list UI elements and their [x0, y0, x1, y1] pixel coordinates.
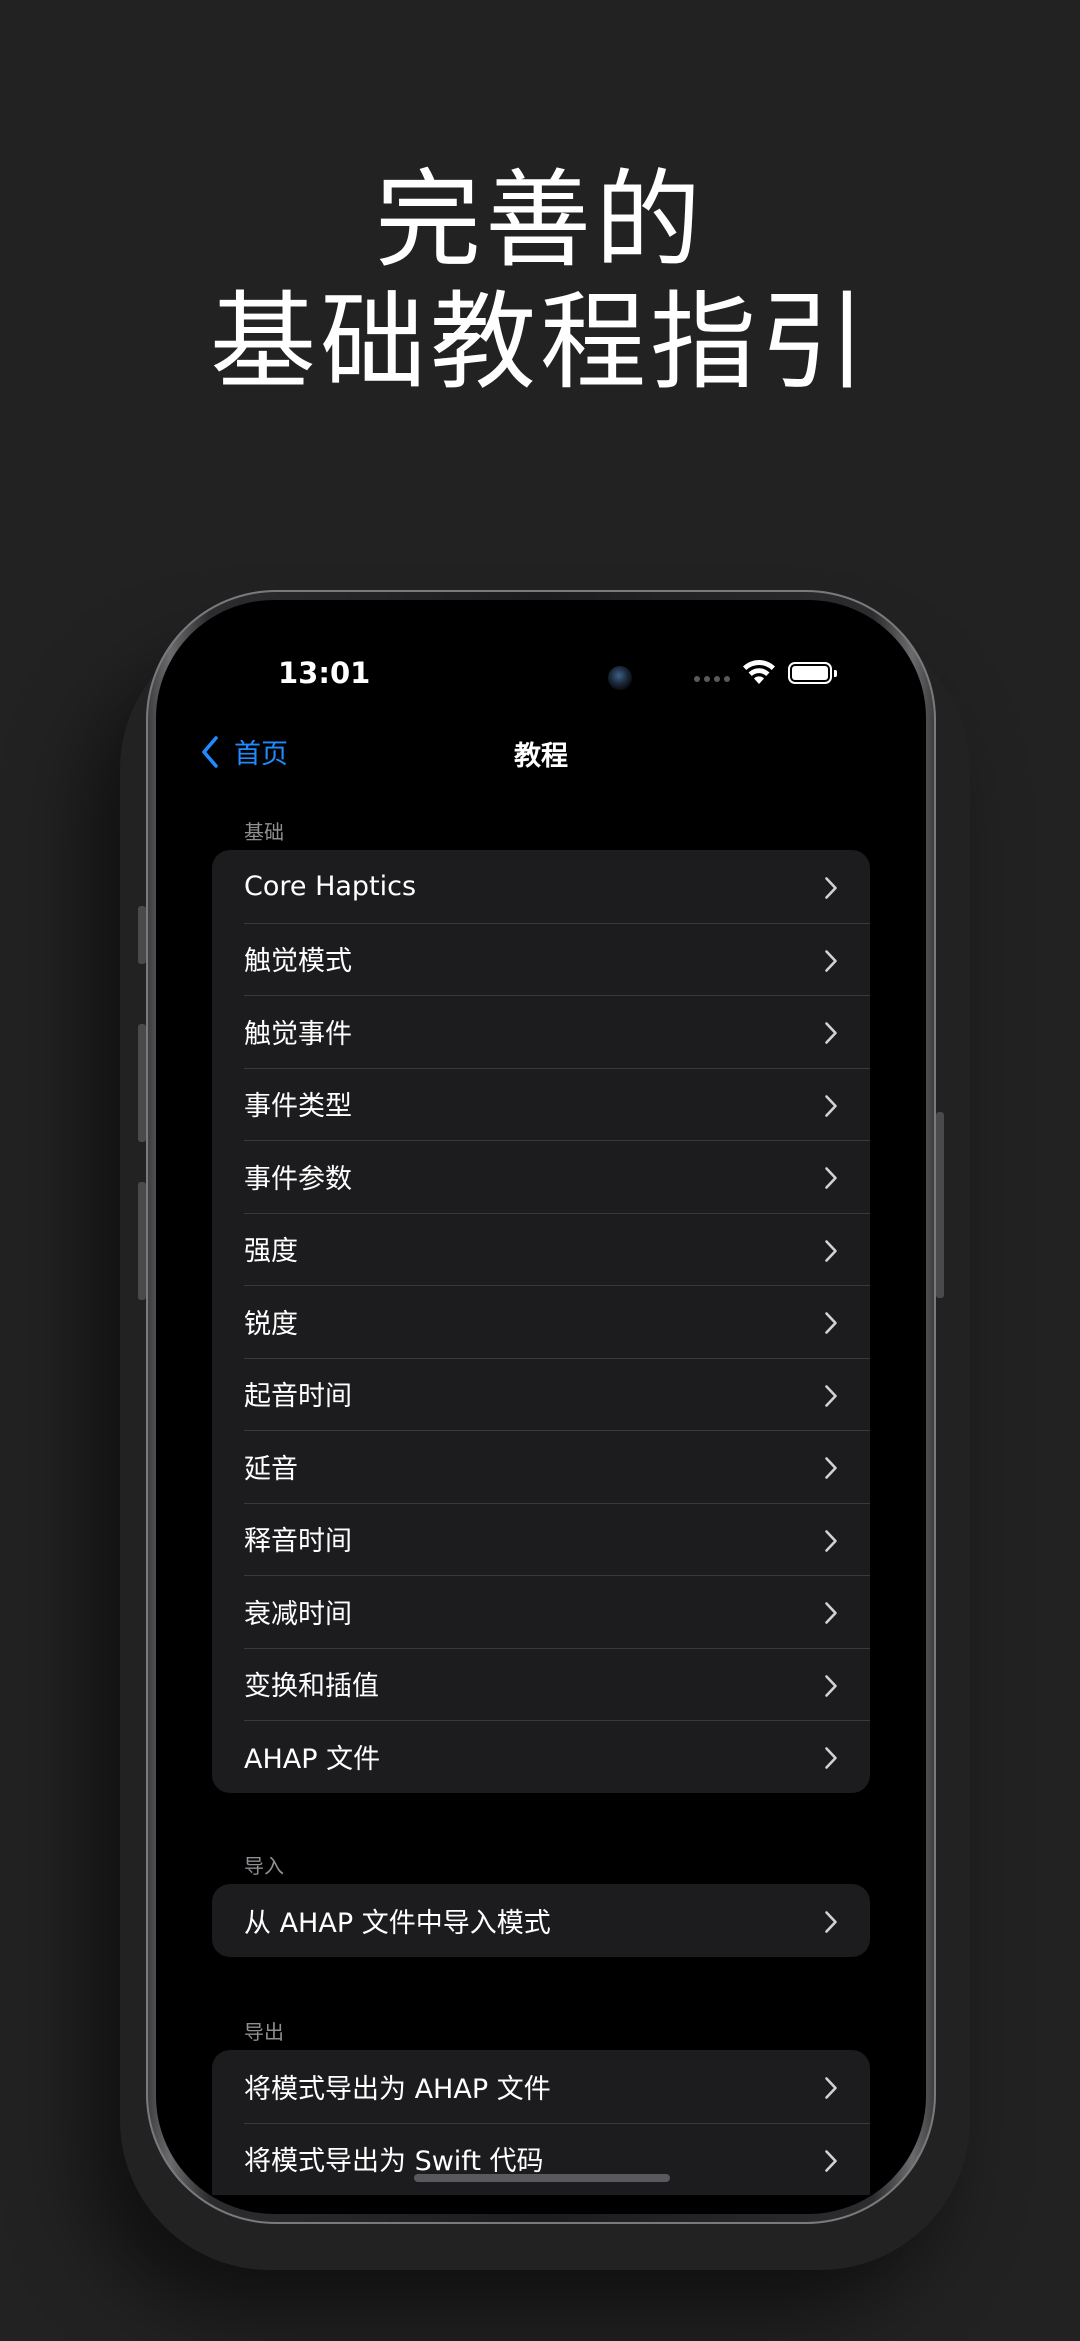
list-item[interactable]: 事件类型	[212, 1067, 870, 1141]
headline-line-1: 完善的	[375, 159, 705, 282]
chevron-right-icon	[825, 2149, 837, 2172]
status-bar: 13:01	[156, 656, 926, 704]
list-item[interactable]: Core Haptics	[212, 850, 870, 923]
list-item-label: 触觉模式	[244, 946, 352, 978]
chevron-right-icon	[825, 2077, 837, 2099]
list-item[interactable]: 将模式导出为 AHAP 文件	[212, 2050, 870, 2123]
volume-up-button	[138, 1024, 146, 1142]
list-item[interactable]: 延音	[212, 1430, 870, 1503]
chevron-right-icon	[825, 1384, 837, 1407]
list-item-label: 锐度	[244, 1308, 298, 1340]
section-group-basics: Core Haptics 触觉模式触觉事件事件类型事件参数强度锐度起音时间延音释音…	[212, 850, 870, 1793]
list-item[interactable]: 触觉事件	[212, 995, 870, 1068]
list-item-label: 事件参数	[244, 1163, 352, 1195]
status-time: 13:01	[278, 656, 371, 690]
action-button	[138, 906, 146, 964]
list-item-label: 变换和插值	[244, 1671, 379, 1703]
list-item-label: 衰减时间	[244, 1598, 352, 1630]
list-item-label: AHAP 文件	[244, 1743, 381, 1775]
list-item[interactable]: AHAP 文件	[212, 1720, 870, 1793]
chevron-right-icon	[825, 949, 837, 972]
volume-down-button	[138, 1182, 146, 1300]
chevron-right-icon	[825, 1239, 837, 1262]
list-item[interactable]: 起音时间	[212, 1357, 870, 1431]
list-item-label: 强度	[244, 1236, 298, 1268]
list-item[interactable]: 将模式导出为 Swift 代码	[212, 2122, 870, 2196]
list-item-label: 释音时间	[244, 1526, 352, 1558]
section-header-export: 导出	[244, 2020, 284, 2044]
front-camera	[608, 666, 632, 690]
phone-screen: 13:01 首页 教程 基础 Core Haptics 触觉模式触觉事件事件类型事…	[156, 600, 926, 2214]
list-item-label: 从 AHAP 文件中导入模式	[244, 1907, 551, 1939]
section-header-import: 导入	[244, 1854, 284, 1878]
list-item[interactable]: 锐度	[212, 1285, 870, 1358]
list-item[interactable]: 衰减时间	[212, 1575, 870, 1648]
chevron-right-icon	[825, 1094, 837, 1117]
chevron-right-icon	[825, 1457, 837, 1479]
signal-icon	[694, 676, 730, 682]
list-item[interactable]: 事件参数	[212, 1140, 870, 1213]
chevron-right-icon	[825, 1674, 837, 1697]
list-item-label: 触觉事件	[244, 1018, 352, 1050]
list-item-label: 将模式导出为 Swift 代码	[244, 2146, 544, 2178]
home-indicator[interactable]	[414, 2174, 670, 2182]
list-item[interactable]: 释音时间	[212, 1502, 870, 1576]
wifi-icon	[743, 660, 775, 684]
headline: 完善的 基础教程指引	[0, 160, 1080, 404]
power-button	[936, 1112, 944, 1298]
list-item-label: 起音时间	[244, 1381, 352, 1413]
headline-line-2: 基础教程指引	[210, 281, 870, 404]
section-group-import: 从 AHAP 文件中导入模式	[212, 1884, 870, 1957]
list-item[interactable]: 触觉模式	[212, 922, 870, 996]
section-header-basics: 基础	[244, 820, 284, 844]
chevron-right-icon	[825, 1312, 837, 1334]
battery-icon	[788, 662, 837, 684]
chevron-right-icon	[825, 877, 837, 899]
list-item[interactable]: 变换和插值	[212, 1647, 870, 1721]
chevron-right-icon	[825, 1022, 837, 1044]
chevron-right-icon	[825, 1911, 837, 1933]
list-item-label: 将模式导出为 AHAP 文件	[244, 2073, 551, 2105]
navigation-bar: 首页 教程	[156, 728, 926, 778]
chevron-right-icon	[825, 1529, 837, 1552]
list-item[interactable]: 从 AHAP 文件中导入模式	[212, 1884, 870, 1957]
chevron-right-icon	[825, 1167, 837, 1189]
list-item-label: 事件类型	[244, 1091, 352, 1123]
chevron-right-icon	[825, 1747, 837, 1769]
list-item-label: Core Haptics	[244, 870, 417, 902]
list-item[interactable]: 强度	[212, 1212, 870, 1286]
chevron-right-icon	[825, 1602, 837, 1624]
list-item-label: 延音	[244, 1453, 298, 1485]
page-title: 教程	[514, 741, 568, 772]
